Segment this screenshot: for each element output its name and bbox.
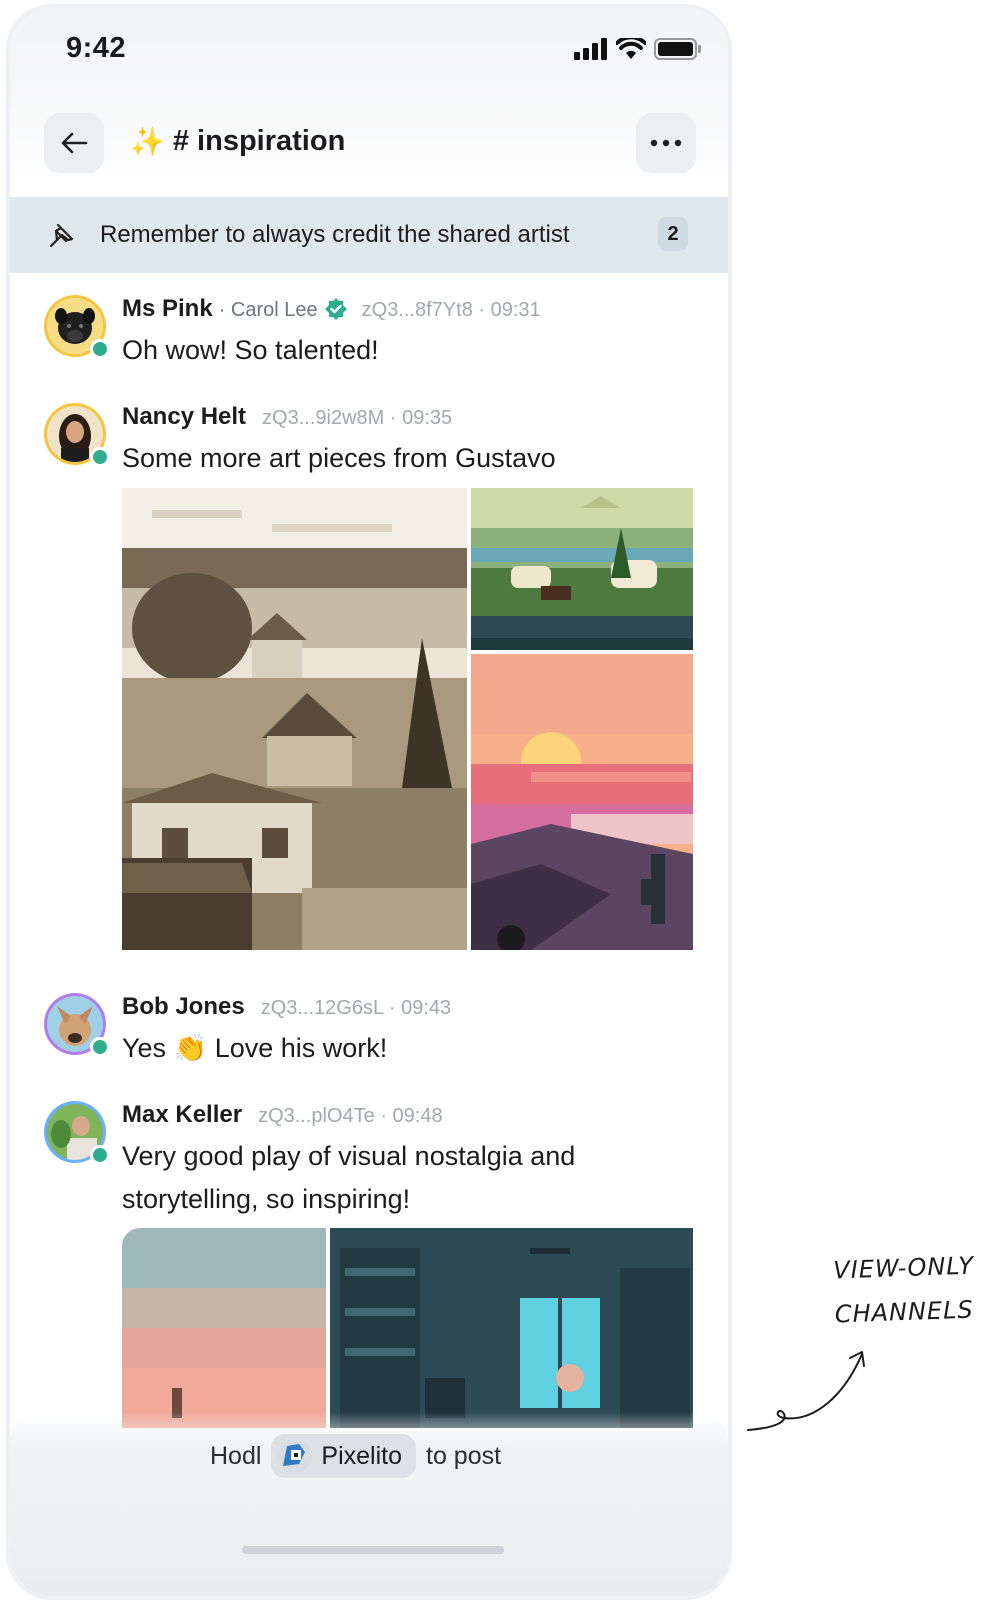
pinned-message-bar[interactable]: Remember to always credit the shared art… — [10, 197, 728, 273]
pixel-art-sunset-image[interactable] — [471, 654, 693, 950]
author-name[interactable]: Nancy Helt — [122, 403, 246, 431]
message-text: Yes 👏 Love his work! — [122, 1027, 682, 1070]
online-status-dot — [90, 447, 110, 467]
annotation-line: CHANNELS — [834, 1295, 975, 1329]
clapping-hands-icon: 👏 — [173, 1033, 208, 1063]
pixel-art-library-image[interactable] — [330, 1228, 693, 1428]
sparkles-icon: ✨ — [130, 126, 165, 157]
pinned-text: Remember to always credit the shared art… — [100, 221, 570, 248]
status-bar: 9:42 — [10, 28, 728, 68]
channel-title: ✨ # inspiration — [130, 125, 345, 158]
status-icons — [574, 38, 702, 60]
online-status-dot — [90, 339, 110, 359]
message-header: Nancy Helt zQ3...9i2w8M · 09:35 — [122, 403, 452, 431]
message-header: Ms Pink · Carol Lee zQ3...8f7Yt8 · 09:31 — [122, 295, 541, 323]
message-text: Oh wow! So talented! — [122, 335, 379, 365]
annotation-text: VIEW-ONLY CHANNELS — [833, 1244, 977, 1337]
status-time: 9:42 — [66, 32, 127, 64]
online-status-dot — [90, 1037, 110, 1057]
pinned-count-badge: 2 — [658, 217, 688, 251]
back-button[interactable] — [44, 113, 104, 173]
home-indicator[interactable] — [242, 1546, 504, 1554]
pixel-art-wagon-image[interactable] — [471, 488, 693, 650]
message-text-part: Love his work! — [214, 1033, 388, 1063]
author-name[interactable]: Bob Jones — [122, 993, 245, 1021]
image-gallery — [122, 488, 693, 950]
pixel-art-beach-image[interactable] — [122, 1228, 326, 1428]
online-status-dot — [90, 1145, 110, 1165]
more-options-button[interactable] — [636, 113, 696, 173]
battery-icon — [654, 38, 701, 60]
message-meta: zQ3...12G6sL · 09:43 — [260, 997, 452, 1019]
message-meta: zQ3...9i2w8M · 09:35 — [262, 407, 453, 429]
arrow-left-icon — [61, 132, 88, 154]
message-header: Bob Jones zQ3...12G6sL · 09:43 — [122, 993, 451, 1021]
message-meta: zQ3...8f7Yt8 · 09:31 — [361, 299, 541, 321]
channel-header: ✨ # inspiration — [10, 111, 728, 175]
channel-name: # inspiration — [172, 125, 346, 157]
author-name[interactable]: Ms Pink — [122, 295, 213, 323]
message-text: Very good play of visual nostalgia and s… — [122, 1141, 576, 1214]
pin-icon — [49, 223, 74, 248]
phone-frame: 9:42 ✨ # inspiration Remember to always … — [6, 4, 732, 1600]
image-gallery — [122, 1228, 693, 1428]
post-suffix: to post — [426, 1441, 502, 1470]
annotation-line: VIEW-ONLY — [832, 1251, 975, 1285]
pixel-art-farm-image[interactable] — [122, 488, 467, 950]
wifi-icon — [616, 38, 646, 59]
message-text: Some more art pieces from Gustavo — [122, 443, 556, 473]
author-alias: · Carol Lee — [218, 299, 318, 321]
pixelito-token-icon — [278, 1439, 313, 1473]
post-prefix: Hodl — [210, 1441, 262, 1470]
author-name[interactable]: Max Keller — [122, 1101, 242, 1129]
message-text-part: Yes — [122, 1033, 167, 1063]
hodl-to-post-row: Hodl Pixelito to post — [210, 1434, 501, 1478]
message-header: Max Keller zQ3...plO4Te · 09:48 — [122, 1101, 443, 1129]
community-name: Pixelito — [321, 1441, 403, 1470]
more-icon — [650, 139, 682, 147]
community-token-chip[interactable]: Pixelito — [271, 1434, 417, 1478]
message-meta: zQ3...plO4Te · 09:48 — [258, 1105, 443, 1127]
view-only-post-bar: Hodl Pixelito to post — [10, 1412, 728, 1596]
annotation-arrow-icon — [747, 1351, 865, 1431]
verified-badge-icon — [324, 298, 347, 320]
signal-icon — [574, 38, 607, 60]
